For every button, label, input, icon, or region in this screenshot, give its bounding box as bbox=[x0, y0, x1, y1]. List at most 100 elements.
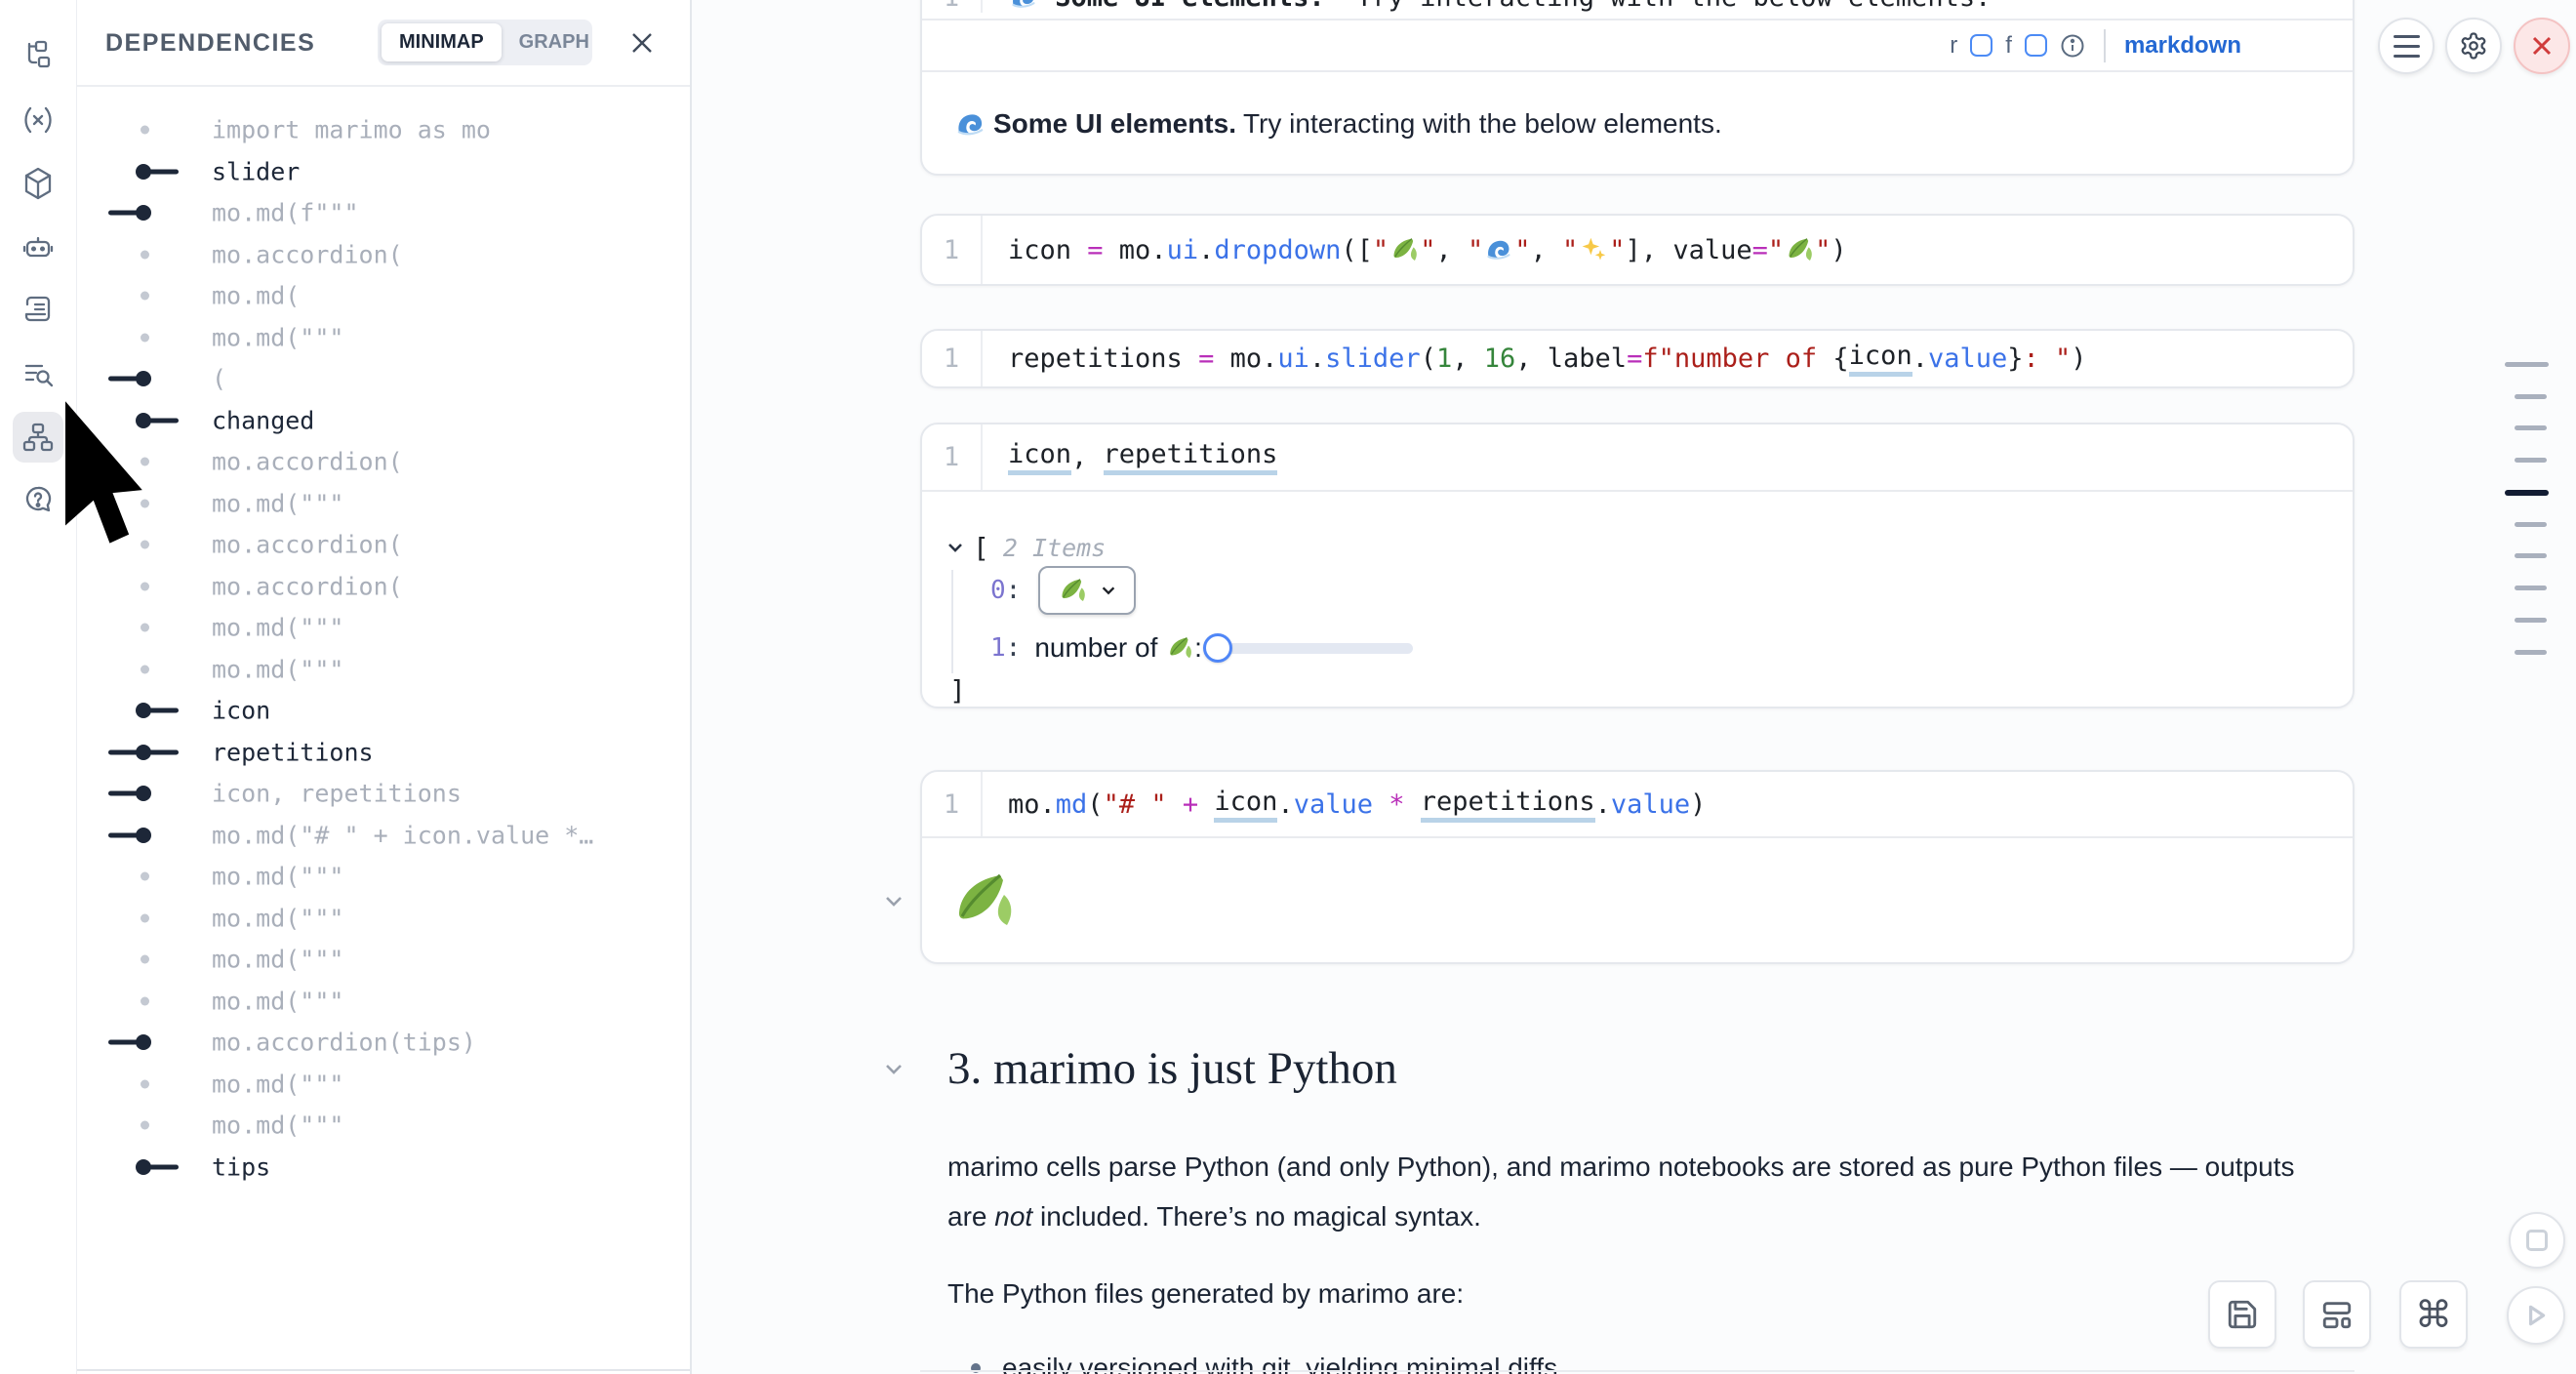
notebook-menu-button[interactable] bbox=[2378, 18, 2435, 74]
minimap-item-label: mo.md(f""" bbox=[212, 199, 359, 227]
stop-kernel-button[interactable] bbox=[2509, 1212, 2565, 1269]
minimap-item[interactable]: changed bbox=[77, 400, 690, 442]
minimap-item[interactable]: mo.md(""" bbox=[77, 1105, 690, 1147]
cell-tuple-output[interactable]: 1 icon, repetitions [ 2 Items 0: 1: numb… bbox=[920, 423, 2355, 708]
code-editor[interactable]: 1 icon, repetitions bbox=[922, 424, 2353, 492]
code-editor[interactable]: 1 mo.md("# " + icon.value * repetitions.… bbox=[922, 772, 2353, 838]
layout-toggle-button[interactable] bbox=[2303, 1280, 2371, 1349]
tree-item-1: 1: number of : bbox=[990, 626, 1429, 669]
shutdown-button[interactable] bbox=[2514, 18, 2570, 74]
minimap-item[interactable]: mo.md(""" bbox=[77, 317, 690, 359]
code-editor[interactable]: 1 repetitions = mo.ui.slider(1, 16, labe… bbox=[922, 331, 2353, 386]
packages-icon[interactable] bbox=[13, 158, 63, 209]
file-explorer-icon[interactable] bbox=[13, 31, 63, 82]
panel-resize-handle[interactable] bbox=[77, 1369, 690, 1371]
repetitions-slider[interactable] bbox=[1218, 626, 1429, 669]
items-count: 2 Items bbox=[1003, 534, 1106, 562]
code-token: repetitions bbox=[1008, 344, 1198, 374]
code-editor[interactable]: 1 Some UI elements. Try interacting with… bbox=[922, 0, 2353, 20]
minimap-item[interactable]: mo.accordion(tips) bbox=[77, 1022, 690, 1064]
code-token: . bbox=[1309, 344, 1325, 374]
code-token: f bbox=[1642, 344, 1658, 374]
minimap-item[interactable]: mo.md(f""" bbox=[77, 192, 690, 234]
bracket-open: [ bbox=[973, 532, 989, 564]
code-token: icon bbox=[1008, 235, 1087, 265]
info-icon[interactable] bbox=[2060, 33, 2085, 59]
code-editor[interactable]: 1 icon = mo.ui.dropdown(["", "", ""], va… bbox=[922, 216, 2353, 284]
colon: : bbox=[1006, 633, 1022, 663]
minimap-item[interactable]: mo.accordion( bbox=[77, 441, 690, 483]
close-panel-button[interactable] bbox=[626, 27, 658, 59]
logs-icon[interactable] bbox=[13, 285, 63, 336]
settings-button[interactable] bbox=[2445, 18, 2502, 74]
marimo-editor: DEPENDENCIES MINIMAP GRAPH import marimo… bbox=[0, 0, 2576, 1374]
cell-repetitions-slider[interactable]: 1 repetitions = mo.ui.slider(1, 16, labe… bbox=[920, 329, 2355, 388]
scroll-minimap-line[interactable] bbox=[2515, 425, 2547, 430]
reactive-checkbox[interactable] bbox=[1970, 34, 1992, 57]
minimap-item[interactable]: mo.md( bbox=[77, 275, 690, 317]
minimap-item[interactable]: mo.md(""" bbox=[77, 607, 690, 649]
minimap-item[interactable]: repetitions bbox=[77, 732, 690, 774]
minimap-item[interactable]: mo.md(""" bbox=[77, 1064, 690, 1106]
icon-dropdown-select[interactable] bbox=[1038, 566, 1136, 615]
minimap-item[interactable]: mo.md(""" bbox=[77, 939, 690, 981]
minimap-item[interactable]: mo.accordion( bbox=[77, 566, 690, 608]
dependency-graph-icon[interactable] bbox=[13, 412, 63, 463]
code-token: : " bbox=[2024, 344, 2072, 374]
minimap-item[interactable]: mo.accordion( bbox=[77, 234, 690, 276]
variables-icon[interactable] bbox=[13, 95, 63, 145]
tree-expand-row[interactable]: [ 2 Items bbox=[946, 531, 1106, 564]
minimap-item-label: mo.md(""" bbox=[212, 904, 343, 932]
collapse-section-chevron[interactable] bbox=[883, 1058, 905, 1079]
minimap-item[interactable]: ( bbox=[77, 358, 690, 400]
tab-graph[interactable]: GRAPH bbox=[502, 23, 607, 61]
save-button[interactable] bbox=[2208, 1280, 2276, 1349]
paragraph-emphasis: not bbox=[994, 1201, 1032, 1232]
minimap-item[interactable]: mo.md(""" bbox=[77, 649, 690, 691]
scroll-minimap-line[interactable] bbox=[2515, 458, 2547, 463]
scroll-minimap-line[interactable] bbox=[2515, 618, 2547, 623]
tab-minimap[interactable]: MINIMAP bbox=[382, 23, 502, 61]
code-token bbox=[1373, 789, 1389, 820]
scroll-minimap-line[interactable] bbox=[2515, 394, 2547, 399]
code-token: " bbox=[1420, 235, 1435, 265]
minimap-item[interactable]: icon, repetitions bbox=[77, 773, 690, 815]
minimap-item[interactable]: icon bbox=[77, 690, 690, 732]
minimap-item[interactable]: tips bbox=[77, 1147, 690, 1189]
minimap-item[interactable]: import marimo as mo bbox=[77, 109, 690, 151]
slider-track[interactable] bbox=[1218, 643, 1413, 654]
code-token: " bbox=[1514, 235, 1530, 265]
minimap-item[interactable]: mo.md(""" bbox=[77, 483, 690, 525]
scroll-minimap-line[interactable] bbox=[2505, 362, 2549, 367]
language-mode-label[interactable]: markdown bbox=[2124, 32, 2241, 60]
minimap-item[interactable]: mo.md(""" bbox=[77, 856, 690, 898]
scroll-minimap-line[interactable] bbox=[2515, 522, 2547, 527]
wave-emoji bbox=[955, 109, 986, 140]
run-cells-button[interactable] bbox=[2507, 1286, 2565, 1345]
cell-icon-dropdown[interactable]: 1 icon = mo.ui.dropdown(["", "", ""], va… bbox=[920, 214, 2355, 286]
code-token: . bbox=[1277, 789, 1293, 820]
keyboard-shortcuts-button[interactable]: ⌘ bbox=[2399, 1280, 2468, 1349]
cell-markdown-intro[interactable]: 1 Some UI elements. Try interacting with… bbox=[920, 0, 2355, 176]
minimap-item[interactable]: mo.md(""" bbox=[77, 898, 690, 940]
chevron-down-icon bbox=[946, 538, 965, 557]
collapse-output-chevron[interactable] bbox=[883, 890, 905, 911]
dependencies-panel: DEPENDENCIES MINIMAP GRAPH import marimo… bbox=[76, 0, 692, 1374]
scroll-minimap-line[interactable] bbox=[2515, 586, 2547, 590]
slider-knob[interactable] bbox=[1203, 633, 1232, 663]
code-token: ( bbox=[1087, 789, 1103, 820]
minimap-item[interactable]: mo.md("# " + icon.value *… bbox=[77, 815, 690, 857]
format-checkbox[interactable] bbox=[2025, 34, 2047, 57]
code-token: repetitions bbox=[1421, 787, 1595, 823]
code-token: icon bbox=[1214, 787, 1277, 823]
scroll-minimap-line[interactable] bbox=[2515, 553, 2547, 558]
minimap-item[interactable]: slider bbox=[77, 151, 690, 193]
scratchpad-search-icon[interactable] bbox=[13, 348, 63, 399]
help-icon[interactable] bbox=[13, 475, 63, 526]
scroll-minimap-line[interactable] bbox=[2515, 650, 2547, 655]
minimap-item[interactable]: mo.accordion( bbox=[77, 524, 690, 566]
ai-assistant-icon[interactable] bbox=[13, 222, 63, 272]
minimap-item[interactable]: mo.md(""" bbox=[77, 981, 690, 1023]
cell-md-heading[interactable]: 1 mo.md("# " + icon.value * repetitions.… bbox=[920, 770, 2355, 964]
scroll-minimap-line-active[interactable] bbox=[2505, 490, 2549, 496]
